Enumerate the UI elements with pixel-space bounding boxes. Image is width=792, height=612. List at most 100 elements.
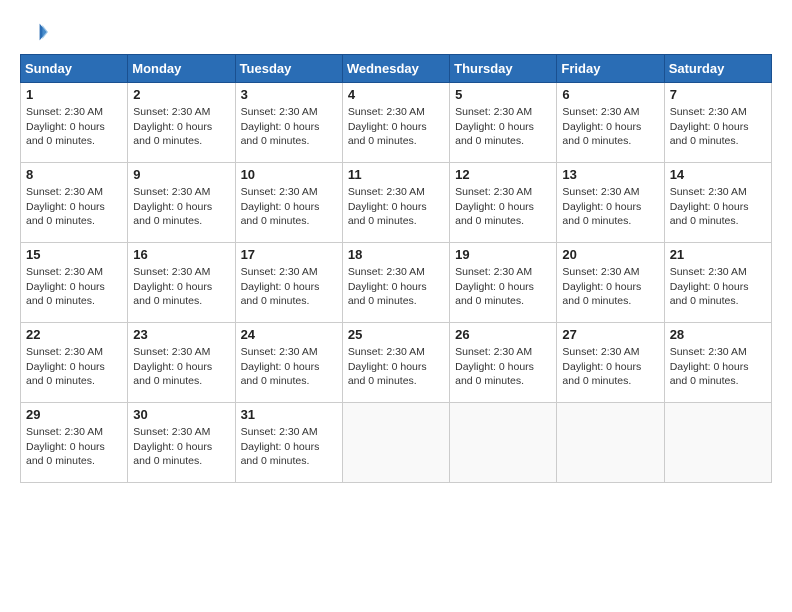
day-info: Sunset: 2:30 AMDaylight: 0 hoursand 0 mi… [241, 265, 337, 309]
day-info: Sunset: 2:30 AMDaylight: 0 hoursand 0 mi… [133, 105, 229, 149]
day-number: 22 [26, 327, 122, 342]
day-info: Sunset: 2:30 AMDaylight: 0 hoursand 0 mi… [670, 105, 766, 149]
day-number: 25 [348, 327, 444, 342]
day-number: 10 [241, 167, 337, 182]
day-number: 16 [133, 247, 229, 262]
day-number: 20 [562, 247, 658, 262]
day-info: Sunset: 2:30 AMDaylight: 0 hoursand 0 mi… [26, 185, 122, 229]
day-number: 26 [455, 327, 551, 342]
calendar-cell [664, 403, 771, 483]
day-number: 18 [348, 247, 444, 262]
calendar-cell [557, 403, 664, 483]
col-header-saturday: Saturday [664, 55, 771, 83]
day-number: 14 [670, 167, 766, 182]
calendar-cell: 29 Sunset: 2:30 AMDaylight: 0 hoursand 0 … [21, 403, 128, 483]
calendar-cell: 7Sunset: 2:30 AMDaylight: 0 hoursand 0 m… [664, 83, 771, 163]
calendar-cell: 1 Sunset: 2:30 AMDaylight: 0 hoursand 0 m… [21, 83, 128, 163]
calendar-cell: 6 Sunset: 2:30 AMDaylight: 0 hoursand 0 m… [557, 83, 664, 163]
page: SundayMondayTuesdayWednesdayThursdayFrid… [0, 0, 792, 612]
day-info: Sunset: 2:30 AMDaylight: 0 hoursand 0 mi… [455, 265, 551, 309]
day-info: Sunset: 2:30 AMDaylight: 0 hoursand 0 mi… [26, 265, 122, 309]
calendar-cell: 22Sunset: 2:30 AMDaylight: 0 hoursand 0 … [21, 323, 128, 403]
day-info: Sunset: 2:30 AMDaylight: 0 hoursand 0 mi… [562, 265, 658, 309]
calendar-cell: 26 Sunset: 2:30 AMDaylight: 0 hoursand 0 … [450, 323, 557, 403]
calendar-week-row: 8 Sunset: 2:30 AMDaylight: 0 hoursand 0 m… [21, 163, 772, 243]
day-number: 9 [133, 167, 229, 182]
day-number: 13 [562, 167, 658, 182]
day-number: 27 [562, 327, 658, 342]
day-info: Sunset: 2:30 AMDaylight: 0 hoursand 0 mi… [455, 105, 551, 149]
day-info: Sunset: 2:30 AMDaylight: 0 hoursand 0 mi… [670, 185, 766, 229]
calendar-cell: 12Sunset: 2:30 AMDaylight: 0 hoursand 0 … [450, 163, 557, 243]
calendar-cell [450, 403, 557, 483]
calendar-cell: 9 Sunset: 2:30 AMDaylight: 0 hoursand 0 m… [128, 163, 235, 243]
logo-icon [20, 18, 48, 46]
day-info: Sunset: 2:30 AMDaylight: 0 hoursand 0 mi… [26, 425, 122, 469]
col-header-sunday: Sunday [21, 55, 128, 83]
day-number: 2 [133, 87, 229, 102]
day-info: Sunset: 2:30 AMDaylight: 0 hoursand 0 mi… [562, 185, 658, 229]
calendar-cell: 5 Sunset: 2:30 AMDaylight: 0 hoursand 0 m… [450, 83, 557, 163]
calendar-cell: 4 Sunset: 2:30 AMDaylight: 0 hoursand 0 m… [342, 83, 449, 163]
day-info: Sunset: 2:30 AMDaylight: 0 hoursand 0 mi… [562, 345, 658, 389]
calendar-cell: 20 Sunset: 2:30 AMDaylight: 0 hoursand 0 … [557, 243, 664, 323]
calendar-cell: 18 Sunset: 2:30 AMDaylight: 0 hoursand 0 … [342, 243, 449, 323]
calendar-cell: 30 Sunset: 2:30 AMDaylight: 0 hoursand 0 … [128, 403, 235, 483]
col-header-thursday: Thursday [450, 55, 557, 83]
day-number: 1 [26, 87, 122, 102]
calendar-cell: 31 Sunset: 2:30 AMDaylight: 0 hoursand 0 … [235, 403, 342, 483]
day-info: Sunset: 2:30 AMDaylight: 0 hoursand 0 mi… [670, 265, 766, 309]
day-info: Sunset: 2:30 AMDaylight: 0 hoursand 0 mi… [133, 265, 229, 309]
day-number: 15 [26, 247, 122, 262]
calendar-cell: 14 Sunset: 2:30 AMDaylight: 0 hoursand 0 … [664, 163, 771, 243]
calendar-week-row: 15 Sunset: 2:30 AMDaylight: 0 hoursand 0 … [21, 243, 772, 323]
calendar-cell: 2 Sunset: 2:30 AMDaylight: 0 hoursand 0 m… [128, 83, 235, 163]
day-number: 8 [26, 167, 122, 182]
day-number: 12 [455, 167, 551, 182]
calendar-table: SundayMondayTuesdayWednesdayThursdayFrid… [20, 54, 772, 483]
calendar-cell: 24Sunset: 2:30 AMDaylight: 0 hoursand 0 … [235, 323, 342, 403]
calendar-cell: 25 Sunset: 2:30 AMDaylight: 0 hoursand 0 … [342, 323, 449, 403]
day-info: Sunset: 2:30 AMDaylight: 0 hoursand 0 mi… [455, 345, 551, 389]
calendar-cell: 13 Sunset: 2:30 AMDaylight: 0 hoursand 0 … [557, 163, 664, 243]
day-info: Sunset: 2:30 AMDaylight: 0 hoursand 0 mi… [562, 105, 658, 149]
calendar-cell: 10Sunset: 2:30 AMDaylight: 0 hoursand 0 … [235, 163, 342, 243]
calendar-week-row: 22 Sunset: 2:30 AMDaylight: 0 hoursand 0 … [21, 323, 772, 403]
calendar-cell [342, 403, 449, 483]
logo [20, 18, 52, 46]
day-number: 19 [455, 247, 551, 262]
calendar-cell: 21 Sunset: 2:30 AMDaylight: 0 hoursand 0 … [664, 243, 771, 323]
calendar-week-row: 29 Sunset: 2:30 AMDaylight: 0 hoursand 0 … [21, 403, 772, 483]
calendar-cell: 11 Sunset: 2:30 AMDaylight: 0 hoursand 0 … [342, 163, 449, 243]
day-info: Sunset: 2:30 AMDaylight: 0 hoursand 0 mi… [241, 425, 337, 469]
day-number: 11 [348, 167, 444, 182]
calendar-cell: 8 Sunset: 2:30 AMDaylight: 0 hoursand 0 m… [21, 163, 128, 243]
day-info: Sunset: 2:30 AMDaylight: 0 hoursand 0 mi… [348, 185, 444, 229]
day-info: Sunset: 2:30 AMDaylight: 0 hoursand 0 mi… [133, 185, 229, 229]
day-info: Sunset: 2:30 AMDaylight: 0 hoursand 0 mi… [26, 105, 122, 149]
calendar-week-row: 1 Sunset: 2:30 AMDaylight: 0 hoursand 0 m… [21, 83, 772, 163]
day-number: 24 [241, 327, 337, 342]
col-header-monday: Monday [128, 55, 235, 83]
day-number: 21 [670, 247, 766, 262]
calendar-cell: 19 Sunset: 2:30 AMDaylight: 0 hoursand 0 … [450, 243, 557, 323]
day-number: 31 [241, 407, 337, 422]
day-number: 5 [455, 87, 551, 102]
col-header-wednesday: Wednesday [342, 55, 449, 83]
day-number: 17 [241, 247, 337, 262]
calendar-cell: 16 Sunset: 2:30 AMDaylight: 0 hoursand 0 … [128, 243, 235, 323]
day-info: Sunset: 2:30 AMDaylight: 0 hoursand 0 mi… [670, 345, 766, 389]
day-info: Sunset: 2:30 AMDaylight: 0 hoursand 0 mi… [348, 345, 444, 389]
col-header-friday: Friday [557, 55, 664, 83]
day-info: Sunset: 2:30 AMDaylight: 0 hoursand 0 mi… [241, 105, 337, 149]
day-number: 29 [26, 407, 122, 422]
day-info: Sunset: 2:30 AMDaylight: 0 hoursand 0 mi… [348, 105, 444, 149]
day-number: 30 [133, 407, 229, 422]
day-number: 23 [133, 327, 229, 342]
day-info: Sunset: 2:30 AMDaylight: 0 hoursand 0 mi… [348, 265, 444, 309]
day-number: 4 [348, 87, 444, 102]
calendar-header-row: SundayMondayTuesdayWednesdayThursdayFrid… [21, 55, 772, 83]
day-number: 6 [562, 87, 658, 102]
header [20, 18, 772, 46]
day-info: Sunset: 2:30 AMDaylight: 0 hoursand 0 mi… [133, 425, 229, 469]
